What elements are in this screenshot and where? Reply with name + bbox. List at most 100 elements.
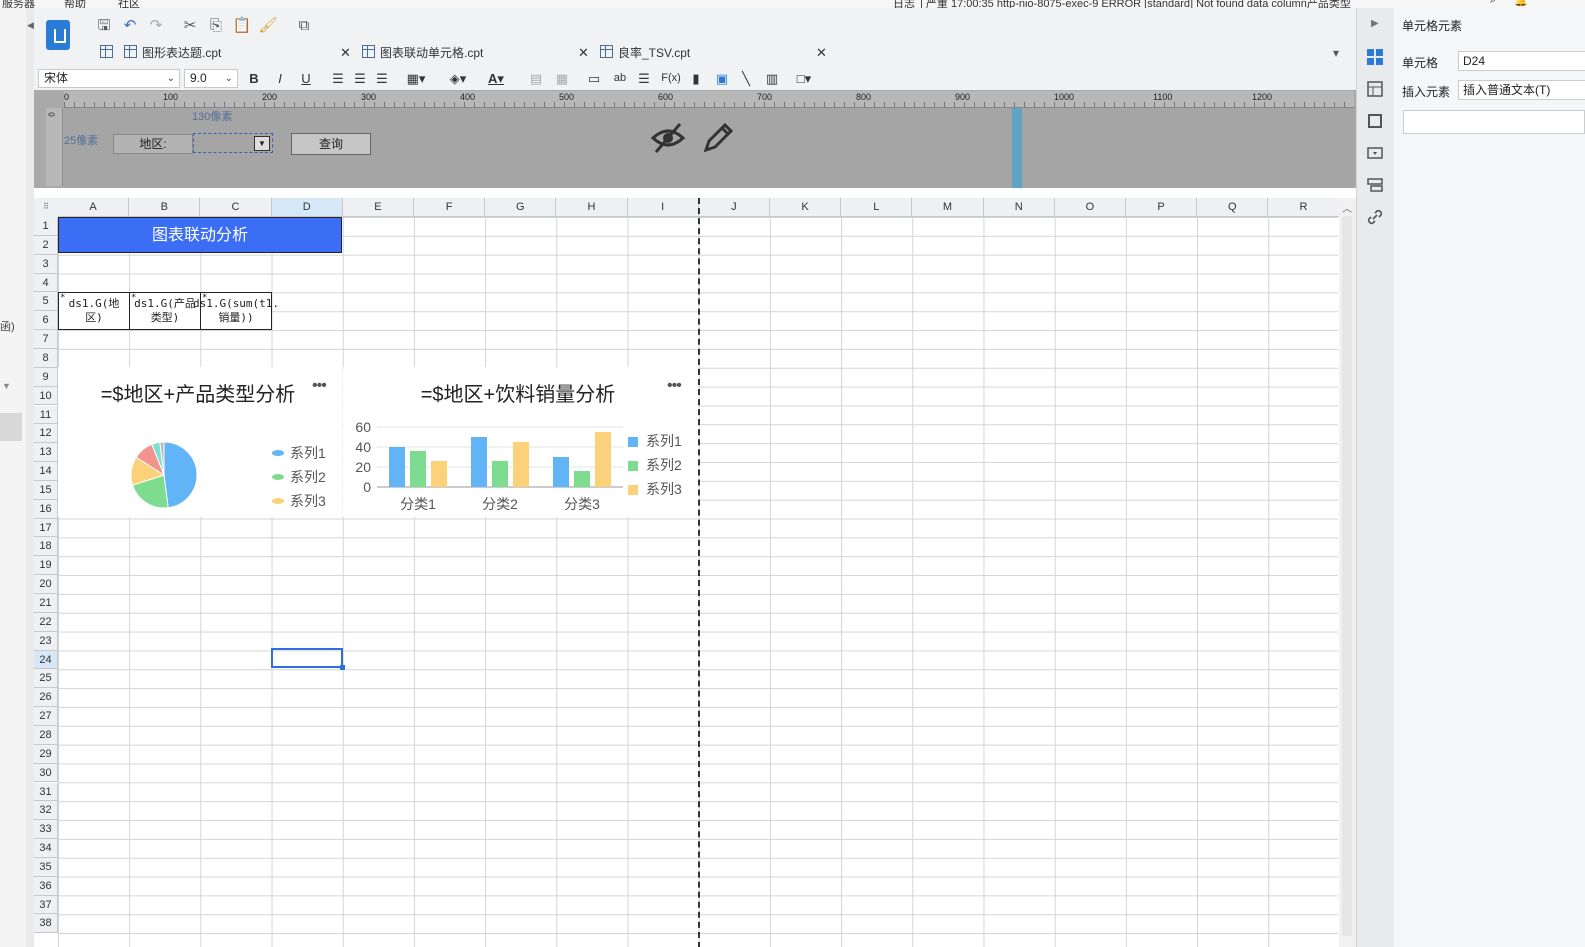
more-options-icon[interactable]: •••	[667, 377, 682, 395]
row-header-35[interactable]: 35	[34, 857, 58, 877]
tab-grid-toggle-icon[interactable]	[100, 42, 118, 64]
scroll-thumb[interactable]	[1342, 216, 1352, 936]
row-header-31[interactable]: 31	[34, 782, 58, 802]
row-header-10[interactable]: 10	[34, 386, 58, 406]
insert-image-icon[interactable]: ▣	[714, 69, 730, 88]
row-header-29[interactable]: 29	[34, 744, 58, 764]
log-label[interactable]: 日志	[893, 0, 915, 8]
row-header-24[interactable]: 24	[34, 650, 58, 670]
row-header-17[interactable]: 17	[34, 518, 58, 538]
region-combobox[interactable]: ▼	[193, 133, 273, 153]
frame-property-icon[interactable]	[1366, 112, 1384, 130]
bell-icon[interactable]: 🔔	[1514, 0, 1528, 7]
rich-text-icon[interactable]: ☰	[636, 69, 652, 88]
column-header-e[interactable]: E	[342, 198, 414, 217]
title-cell[interactable]: 图表联动分析	[58, 217, 342, 253]
cell-attribute-icon[interactable]	[1366, 80, 1384, 98]
cut-icon[interactable]: ✂	[180, 16, 200, 36]
insert-chart-icon[interactable]: ▮	[688, 69, 704, 88]
column-header-n[interactable]: N	[983, 198, 1055, 217]
column-header-i[interactable]: I	[627, 198, 699, 217]
menu-item-server[interactable]: 服务器	[2, 0, 35, 8]
column-header-c[interactable]: C	[200, 198, 272, 217]
row-header-18[interactable]: 18	[34, 537, 58, 557]
row-header-34[interactable]: 34	[34, 839, 58, 858]
fill-color-icon[interactable]: ◈▾	[444, 69, 472, 88]
row-header-14[interactable]: 14	[34, 462, 58, 481]
insert-cell-icon[interactable]: ▭	[586, 69, 602, 88]
column-header-k[interactable]: K	[770, 198, 842, 217]
cell-field[interactable]: D24	[1458, 51, 1585, 71]
align-center-icon[interactable]: ☰	[352, 69, 368, 88]
condition-attribute-icon[interactable]	[1366, 176, 1384, 194]
pane-width-handle[interactable]	[1012, 108, 1022, 188]
column-header-l[interactable]: L	[841, 198, 913, 217]
column-header-m[interactable]: M	[912, 198, 984, 217]
pencil-icon[interactable]	[700, 120, 736, 156]
row-header-7[interactable]: 7	[34, 330, 58, 349]
tab-file-3[interactable]: 良率_TSV.cpt ✕	[600, 42, 830, 64]
row-header-28[interactable]: 28	[34, 725, 58, 745]
paste-icon[interactable]: 📋	[232, 16, 252, 36]
row-header-21[interactable]: 21	[34, 594, 58, 613]
cell-element-icon[interactable]	[1366, 48, 1384, 66]
column-header-h[interactable]: H	[556, 198, 628, 217]
row-header-19[interactable]: 19	[34, 556, 58, 576]
eye-off-icon[interactable]	[650, 120, 686, 156]
row-header-32[interactable]: 32	[34, 801, 58, 821]
app-logo-icon[interactable]	[46, 20, 70, 50]
formula-button[interactable]: F(x)	[660, 69, 682, 88]
slash-icon[interactable]: ╲	[738, 69, 754, 88]
column-header-b[interactable]: B	[129, 198, 201, 217]
tab-list-icon[interactable]: ▾	[1326, 43, 1346, 63]
tab-file-1[interactable]: 图形表达题.cpt ✕	[124, 42, 354, 64]
select-all-corner[interactable]: ⠿	[34, 198, 59, 218]
element-content-field[interactable]	[1403, 110, 1585, 134]
parameter-canvas[interactable]: 25像素 130像素 地区: ▼ 查询	[64, 108, 1354, 188]
collapse-triangle-icon[interactable]: ▼	[2, 381, 11, 391]
vertical-scrollbar[interactable]: ︿	[1339, 198, 1356, 947]
row-header-2[interactable]: 2	[34, 235, 58, 255]
report-grid[interactable]: ⠿ ABCDEFGHIJKLMNOPQR 1 2 3 4 5 6 7 8 9 10 11 12 13 14…	[34, 198, 1339, 947]
column-header-g[interactable]: G	[485, 198, 557, 217]
hyperlink-icon[interactable]	[1366, 208, 1384, 226]
sub-report-icon[interactable]: ▥	[764, 69, 780, 88]
collapse-right-icon[interactable]: ▶	[1371, 18, 1379, 29]
border-icon[interactable]: ▦▾	[404, 69, 428, 88]
selected-cell-d24[interactable]	[271, 648, 345, 670]
region-label[interactable]: 地区:	[113, 134, 193, 154]
font-color-button[interactable]: A▾	[482, 69, 510, 88]
close-icon[interactable]: ✕	[578, 42, 589, 64]
row-header-26[interactable]: 26	[34, 688, 58, 708]
split-cells-icon[interactable]: ▦	[554, 69, 570, 88]
font-name-select[interactable]: 宋体 ⌄	[38, 69, 180, 88]
column-header-o[interactable]: O	[1054, 198, 1126, 217]
close-icon[interactable]: ✕	[340, 42, 351, 64]
save-icon[interactable]: 🖫	[94, 16, 114, 36]
bold-button[interactable]: B	[246, 69, 262, 88]
row-header-27[interactable]: 27	[34, 707, 58, 726]
row-header-22[interactable]: 22	[34, 612, 58, 632]
menu-item-community[interactable]: 社区	[118, 0, 140, 8]
row-header-23[interactable]: 23	[34, 631, 58, 651]
row-header-33[interactable]: 33	[34, 820, 58, 840]
more-options-icon[interactable]: •••	[312, 377, 327, 395]
row-header-4[interactable]: 4	[34, 273, 58, 293]
query-button[interactable]: 查询	[291, 133, 371, 155]
row-header-30[interactable]: 30	[34, 763, 58, 783]
pie-chart[interactable]: =$地区+产品类型分析 ••• 系列1 系列2 系列3	[58, 367, 342, 517]
bar-chart[interactable]: =$地区+饮料销量分析 ••• 0 20 40 60 分类1 分类2 分类3 系列1 系列2…	[343, 367, 698, 517]
column-header-f[interactable]: F	[414, 198, 486, 217]
close-icon[interactable]: ✕	[816, 42, 827, 64]
row-header-3[interactable]: 3	[34, 254, 58, 274]
dropdown-arrow-icon[interactable]: ▼	[254, 136, 270, 151]
align-right-icon[interactable]: ☰	[374, 69, 390, 88]
align-left-icon[interactable]: ☰	[330, 69, 346, 88]
italic-button[interactable]: I	[272, 69, 288, 88]
column-header-r[interactable]: R	[1268, 198, 1339, 217]
insert-text-button[interactable]: ab	[610, 69, 630, 88]
ds-cell-sales-sum[interactable]: * ds1.G(sum(t1.销量))	[193, 292, 279, 330]
row-header-11[interactable]: 11	[34, 405, 58, 425]
menu-item-help[interactable]: 帮助	[64, 0, 86, 8]
redo-icon[interactable]: ↷	[146, 16, 166, 36]
